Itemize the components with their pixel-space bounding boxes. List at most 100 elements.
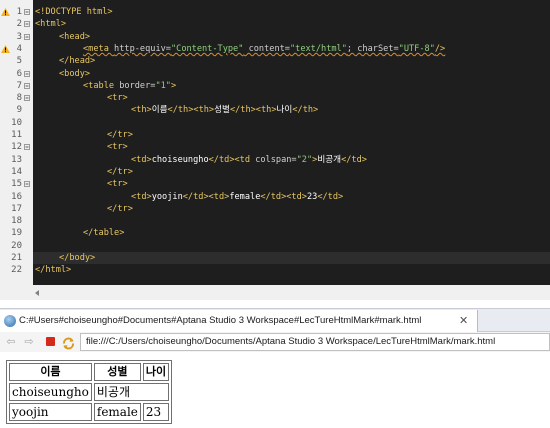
code-token: </th><th>: [167, 105, 215, 116]
code-text: <tr>: [107, 92, 128, 104]
code-text: <html>: [35, 18, 66, 30]
code-token: </th>: [292, 105, 319, 116]
code-line[interactable]: <td>yoojin</td><td>female</td><td>23</td…: [33, 191, 550, 203]
line-number: 10: [11, 117, 22, 128]
code-line[interactable]: </tr>: [33, 129, 550, 141]
header-cell-gender: 성별: [93, 363, 141, 381]
code-token: female: [229, 191, 261, 202]
refresh-icon[interactable]: [62, 335, 75, 350]
fold-toggle-icon[interactable]: [24, 9, 30, 15]
code-text: </html>: [35, 264, 71, 276]
code-token: </td><td>: [260, 191, 307, 202]
code-token: <body>: [59, 68, 91, 79]
code-line[interactable]: <table border="1">: [33, 80, 550, 92]
gutter-line: 13: [0, 154, 33, 166]
code-token: </td><td: [208, 154, 256, 165]
fold-toggle-icon[interactable]: [24, 21, 30, 28]
code-token: <!DOCTYPE html>: [35, 7, 113, 17]
code-line[interactable]: </head>: [33, 55, 550, 67]
line-number: 7: [16, 80, 22, 91]
code-line[interactable]: <tr>: [33, 178, 550, 190]
fold-toggle-icon[interactable]: [24, 82, 30, 89]
code-token: choiseungho: [151, 154, 209, 165]
code-line[interactable]: <!DOCTYPE html>: [33, 6, 550, 18]
code-text: <table border="1">: [83, 80, 176, 92]
scroll-left-icon[interactable]: [35, 290, 39, 296]
code-line[interactable]: <body>: [33, 68, 550, 80]
code-token: border=: [119, 80, 156, 91]
gutter-line: 7: [0, 80, 33, 92]
browser-tab[interactable]: C:#Users#choiseungho#Documents#Aptana St…: [0, 310, 478, 332]
gutter-line: 17: [0, 203, 33, 215]
code-line[interactable]: </body>: [33, 252, 550, 265]
gutter-line: 1: [0, 6, 33, 18]
code-line[interactable]: <html>: [33, 18, 550, 30]
line-number: 9: [16, 105, 22, 116]
code-line[interactable]: </table>: [33, 227, 550, 239]
code-editor[interactable]: 1 2 3 4 5 6 7 8 9 10 11 12 13 14 15 16 17 18 19 20 21 22 <!DO…: [0, 0, 550, 300]
fold-toggle-icon[interactable]: [24, 181, 30, 188]
code-token: </tr>: [107, 166, 133, 177]
close-tab-icon[interactable]: ✕: [459, 310, 468, 332]
gutter-line: 5: [0, 55, 33, 67]
horizontal-scrollbar[interactable]: [33, 288, 550, 298]
code-line[interactable]: <th>이름</th><th>성별</th><th>나이</th>: [33, 104, 550, 116]
cell-name: choiseungho: [9, 383, 92, 401]
code-text: <meta http-equiv="Content-Type" content=…: [83, 43, 445, 55]
code-token: ; charSet=: [346, 43, 399, 54]
fold-toggle-icon[interactable]: [24, 33, 30, 40]
code-line[interactable]: [33, 215, 550, 227]
table-row: 이름 성별 나이: [9, 363, 170, 381]
code-token: <table: [83, 80, 120, 91]
code-line[interactable]: <tr>: [33, 92, 550, 104]
warning-icon[interactable]: [1, 8, 10, 16]
stop-icon[interactable]: [46, 337, 55, 346]
line-number: 16: [11, 191, 22, 202]
code-token: "1": [155, 80, 171, 91]
code-token: 성별: [214, 105, 230, 116]
code-token: </tr>: [107, 130, 133, 140]
forward-arrow-icon[interactable]: ⇨: [22, 335, 36, 349]
fold-toggle-icon[interactable]: [24, 144, 30, 151]
code-area[interactable]: <!DOCTYPE html> <html> <head> <meta http-eq…: [33, 0, 550, 285]
url-field[interactable]: file:///C:/Users/choiseungho/Documents/A…: [80, 333, 550, 351]
rendered-table: 이름 성별 나이 choiseungho 비공개 yoojin female 2…: [6, 360, 173, 424]
fold-toggle-icon[interactable]: [24, 70, 30, 77]
code-line[interactable]: <meta http-equiv="Content-Type" content=…: [33, 43, 550, 55]
header-cell-age: 나이: [142, 363, 170, 381]
code-line[interactable]: [33, 240, 550, 252]
code-token: >: [170, 80, 177, 91]
code-token: </html>: [35, 265, 72, 276]
code-line[interactable]: <head>: [33, 31, 550, 43]
cell-gender: female: [93, 403, 141, 421]
code-token: <td>: [131, 191, 152, 202]
line-number: 13: [11, 154, 22, 165]
line-number: 22: [11, 265, 22, 276]
line-number: 8: [16, 93, 22, 104]
cell-age: 23: [142, 403, 170, 421]
cell-merged: 비공개: [93, 383, 170, 401]
code-line[interactable]: </tr>: [33, 166, 550, 178]
code-line[interactable]: </tr>: [33, 203, 550, 215]
code-token: </table>: [83, 228, 125, 239]
line-number: 5: [16, 56, 22, 67]
line-number: 17: [11, 203, 22, 214]
line-number: 6: [16, 68, 22, 79]
warning-icon[interactable]: [1, 44, 10, 53]
code-token: yoojin: [151, 191, 183, 202]
line-number: 19: [11, 228, 22, 239]
line-number-gutter: 1 2 3 4 5 6 7 8 9 10 11 12 13 14 15 16 17 18 19 20 21 22: [0, 0, 33, 285]
table-row: yoojin female 23: [9, 403, 170, 421]
fold-toggle-icon[interactable]: [24, 95, 30, 102]
line-number: 14: [11, 166, 22, 177]
code-token: <th>: [131, 105, 152, 116]
code-line[interactable]: [33, 117, 550, 129]
code-line[interactable]: <tr>: [33, 141, 550, 153]
line-number: 3: [16, 31, 22, 42]
code-text: <tr>: [107, 141, 128, 153]
code-token: <meta: [83, 43, 115, 54]
code-line[interactable]: <td>choiseungho</td><td colspan="2">비공개<…: [33, 154, 550, 166]
back-arrow-icon[interactable]: ⇦: [4, 335, 18, 349]
code-text: </body>: [59, 252, 95, 264]
code-line[interactable]: </html>: [33, 264, 550, 276]
